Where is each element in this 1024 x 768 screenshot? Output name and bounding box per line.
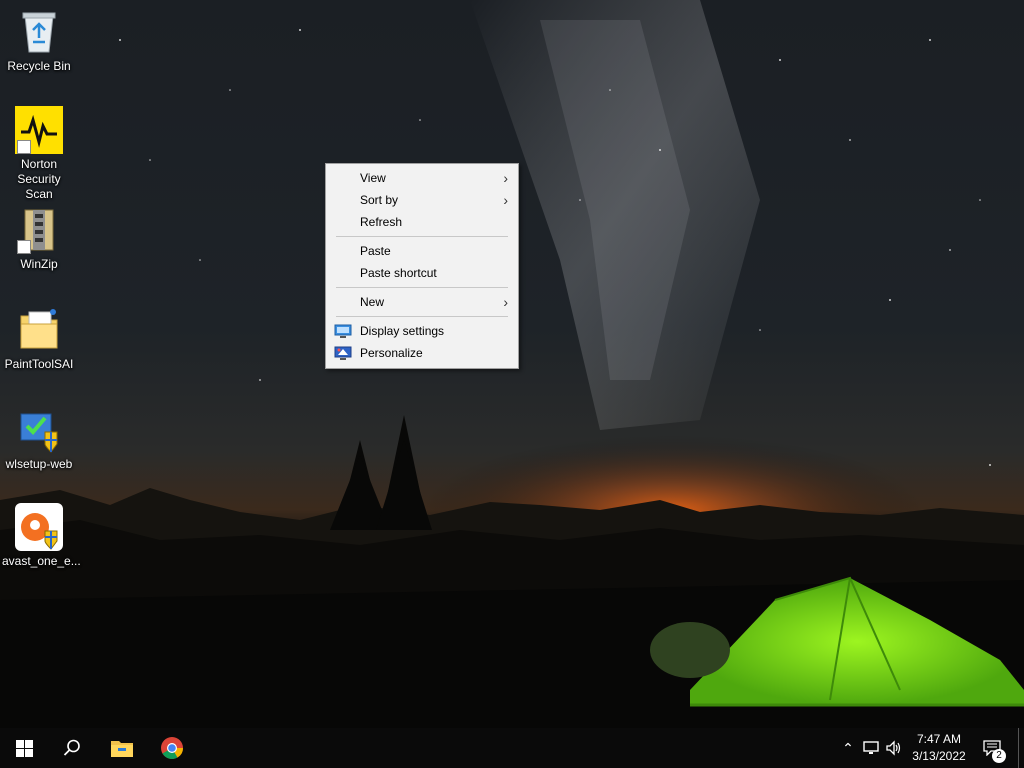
display-icon bbox=[334, 323, 352, 339]
menu-separator bbox=[336, 236, 508, 237]
winzip-icon bbox=[15, 206, 63, 254]
chevron-right-icon: › bbox=[503, 170, 508, 186]
show-desktop-button[interactable] bbox=[1018, 728, 1024, 768]
desktop-icon-recycle-bin[interactable]: Recycle Bin bbox=[0, 8, 78, 74]
menu-item-paste-shortcut[interactable]: Paste shortcut bbox=[326, 262, 518, 284]
menu-item-label: Personalize bbox=[360, 346, 423, 360]
desktop-icon-wlsetup-web[interactable]: wlsetup-web bbox=[0, 406, 78, 472]
menu-item-label: Paste shortcut bbox=[360, 266, 437, 280]
personalize-icon bbox=[334, 345, 352, 361]
network-icon[interactable] bbox=[861, 738, 881, 758]
menu-item-view[interactable]: View › bbox=[326, 167, 518, 189]
menu-item-display-settings[interactable]: Display settings bbox=[326, 320, 518, 342]
chrome-icon bbox=[161, 737, 183, 759]
taskbar-chrome[interactable] bbox=[148, 728, 196, 768]
desktop-icon-painttoolsai[interactable]: PaintToolSAI bbox=[0, 306, 78, 372]
shortcut-arrow-icon bbox=[17, 240, 31, 254]
menu-item-sort-by[interactable]: Sort by › bbox=[326, 189, 518, 211]
recycle-bin-icon bbox=[15, 8, 63, 56]
chevron-up-icon[interactable]: ⌃ bbox=[838, 738, 858, 758]
desktop-icon-label: wlsetup-web bbox=[5, 457, 73, 471]
windows-logo-icon bbox=[15, 739, 33, 757]
file-explorer-icon bbox=[111, 741, 133, 757]
taskbar-clock[interactable]: 7:47 AM 3/13/2022 bbox=[900, 731, 978, 765]
chevron-right-icon: › bbox=[503, 294, 508, 310]
desktop-icon-label: Recycle Bin bbox=[7, 59, 71, 73]
menu-item-label: Display settings bbox=[360, 324, 445, 338]
desktop-icon-label: WinZip bbox=[20, 257, 58, 271]
norton-security-scan-icon bbox=[15, 106, 63, 154]
menu-item-label: View bbox=[360, 171, 386, 185]
desktop-icon-label: avast_one_e... bbox=[2, 554, 81, 568]
menu-separator bbox=[336, 316, 508, 317]
menu-item-new[interactable]: New › bbox=[326, 291, 518, 313]
shortcut-arrow-icon bbox=[17, 140, 31, 154]
clock-date: 3/13/2022 bbox=[912, 749, 966, 763]
menu-item-personalize[interactable]: Personalize bbox=[326, 342, 518, 364]
menu-item-label: Refresh bbox=[360, 215, 403, 229]
menu-item-paste[interactable]: Paste bbox=[326, 240, 518, 262]
menu-item-label: Paste bbox=[360, 244, 391, 258]
desktop-icon-norton-security-scan[interactable]: Norton Security Scan bbox=[0, 106, 78, 202]
clock-time: 7:47 AM bbox=[916, 732, 962, 746]
desktop-context-menu: View › Sort by › Refresh Paste Paste sho… bbox=[325, 163, 519, 369]
search-button[interactable] bbox=[48, 728, 96, 768]
taskbar: ⌃ 7:47 AM 3/13/2022 2 bbox=[0, 728, 1024, 768]
menu-item-label: Sort by bbox=[360, 193, 399, 207]
desktop-icon-label: Norton Security Scan bbox=[17, 157, 61, 201]
chevron-right-icon: › bbox=[503, 192, 508, 208]
taskbar-file-explorer[interactable] bbox=[98, 728, 146, 768]
menu-separator bbox=[336, 287, 508, 288]
avast-installer-icon bbox=[15, 503, 63, 551]
menu-item-label: New bbox=[360, 295, 385, 309]
folder-icon bbox=[15, 306, 63, 354]
desktop-icon-label: PaintToolSAI bbox=[4, 357, 74, 371]
notification-count-badge: 2 bbox=[992, 749, 1006, 763]
installer-shield-icon bbox=[15, 406, 63, 454]
menu-item-refresh[interactable]: Refresh bbox=[326, 211, 518, 233]
desktop-icon-winzip[interactable]: WinZip bbox=[0, 206, 78, 272]
start-button[interactable] bbox=[0, 728, 48, 768]
search-icon bbox=[63, 739, 80, 756]
desktop-icon-avast-one[interactable]: avast_one_e... bbox=[0, 503, 81, 569]
